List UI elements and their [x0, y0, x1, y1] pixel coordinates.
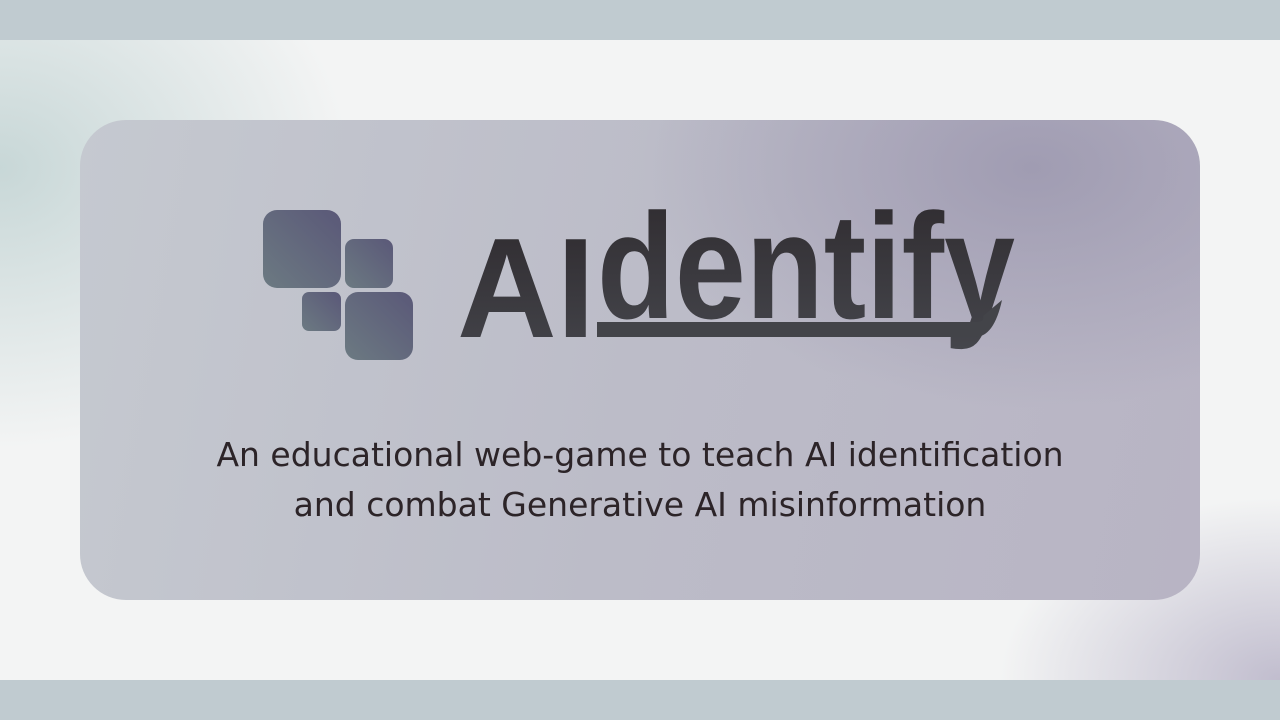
- bottom-band: [0, 680, 1280, 720]
- aidentify-logo: AI dentify: [263, 182, 1015, 368]
- tagline: An educational web-game to teach AI iden…: [140, 430, 1140, 530]
- logo-wordmark: AI dentify: [457, 182, 1015, 368]
- tagline-line-1: An educational web-game to teach AI iden…: [216, 435, 1064, 474]
- tagline-line-2: and combat Generative AI misinformation: [293, 485, 987, 524]
- svg-text:AI: AI: [457, 209, 595, 368]
- logo-tiles-icon: [263, 210, 413, 360]
